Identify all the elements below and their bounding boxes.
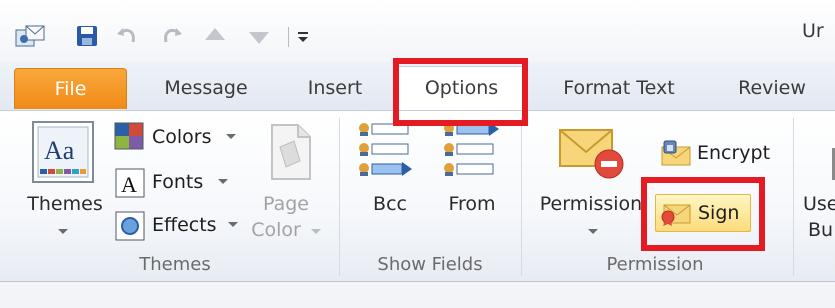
tab-review[interactable]: Review — [724, 68, 820, 108]
redo-icon[interactable] — [160, 24, 184, 48]
sign-button-highlight — [641, 177, 765, 251]
colors-icon[interactable] — [113, 121, 145, 151]
page-color-label-line2[interactable]: Color — [246, 219, 306, 241]
window-title: Ur — [802, 20, 824, 42]
encrypt-icon[interactable] — [660, 139, 692, 167]
tab-format-text[interactable]: Format Text — [548, 68, 690, 108]
up-arrow-icon[interactable] — [203, 24, 227, 48]
options-tab-highlight — [393, 58, 528, 126]
down-arrow-icon[interactable] — [247, 24, 271, 48]
fonts-button-label[interactable]: Fonts — [152, 167, 203, 197]
page-color-dropdown-caret[interactable] — [311, 229, 321, 234]
from-button-label[interactable]: From — [437, 193, 507, 215]
group-separator — [339, 118, 340, 276]
message-area — [0, 282, 835, 308]
tab-file[interactable]: File — [14, 68, 127, 109]
partial-group-label-line2[interactable]: Bu — [808, 219, 835, 241]
colors-button-label[interactable]: Colors — [152, 122, 212, 152]
bcc-icon[interactable] — [356, 120, 414, 182]
effects-dropdown-caret[interactable] — [228, 222, 238, 227]
permission-dropdown-caret[interactable] — [588, 229, 598, 234]
tab-insert[interactable]: Insert — [290, 68, 380, 108]
themes-dropdown-caret[interactable] — [58, 229, 68, 234]
partial-group-label-line1[interactable]: Use — [803, 193, 835, 215]
group-separator — [793, 118, 794, 276]
fonts-dropdown-caret[interactable] — [218, 179, 228, 184]
save-icon[interactable] — [75, 24, 99, 48]
permission-button-label[interactable]: Permission — [535, 193, 647, 215]
qat-separator — [288, 27, 289, 47]
customize-qat-icon[interactable] — [294, 24, 312, 48]
colors-dropdown-caret[interactable] — [226, 134, 236, 139]
group-separator — [521, 118, 522, 276]
svg-text:Aa: Aa — [44, 136, 75, 165]
page-color-icon[interactable] — [266, 121, 316, 183]
undo-icon[interactable] — [115, 24, 139, 48]
outlook-app-icon[interactable] — [14, 24, 46, 48]
encrypt-button-label[interactable]: Encrypt — [697, 138, 770, 168]
bcc-button-label[interactable]: Bcc — [356, 193, 424, 215]
themes-group-label: Themes — [139, 254, 211, 275]
show-fields-group-label: Show Fields — [377, 254, 483, 275]
from-icon[interactable] — [441, 120, 501, 182]
fonts-icon[interactable]: A — [115, 168, 145, 198]
svg-text:A: A — [121, 172, 137, 197]
themes-button-label[interactable]: Themes — [20, 193, 110, 215]
tab-message[interactable]: Message — [146, 68, 266, 108]
permission-group-label: Permission — [606, 254, 704, 275]
permission-icon[interactable] — [557, 124, 627, 182]
effects-icon[interactable] — [115, 211, 145, 241]
effects-button-label[interactable]: Effects — [152, 210, 217, 240]
page-color-label-line1[interactable]: Page — [250, 193, 322, 215]
themes-icon[interactable]: Aa — [30, 119, 96, 185]
